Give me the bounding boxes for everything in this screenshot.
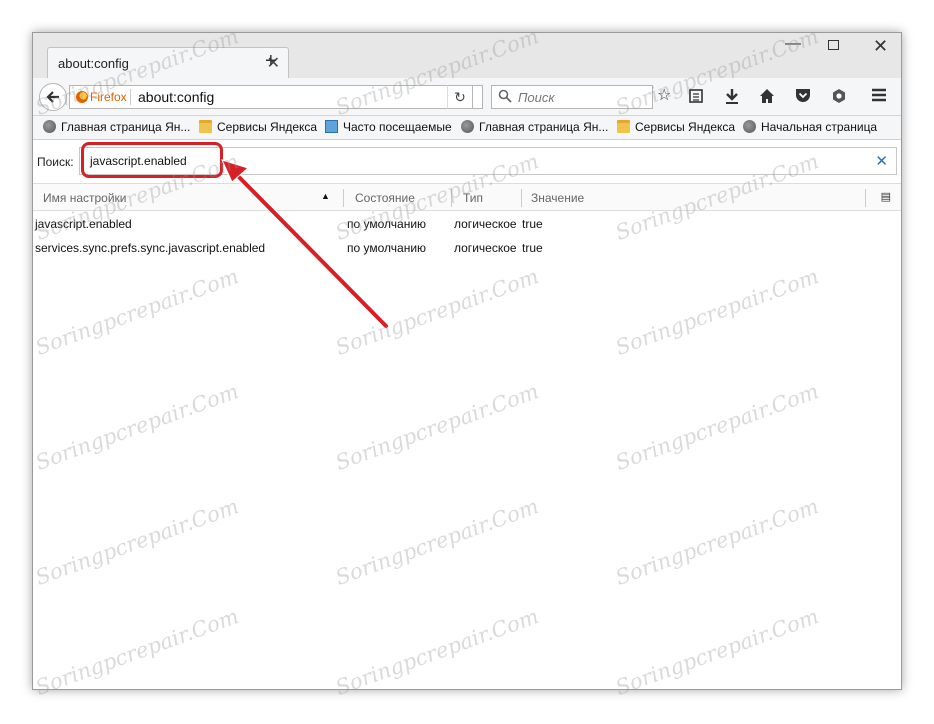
annotation-arrow-icon — [221, 159, 390, 330]
